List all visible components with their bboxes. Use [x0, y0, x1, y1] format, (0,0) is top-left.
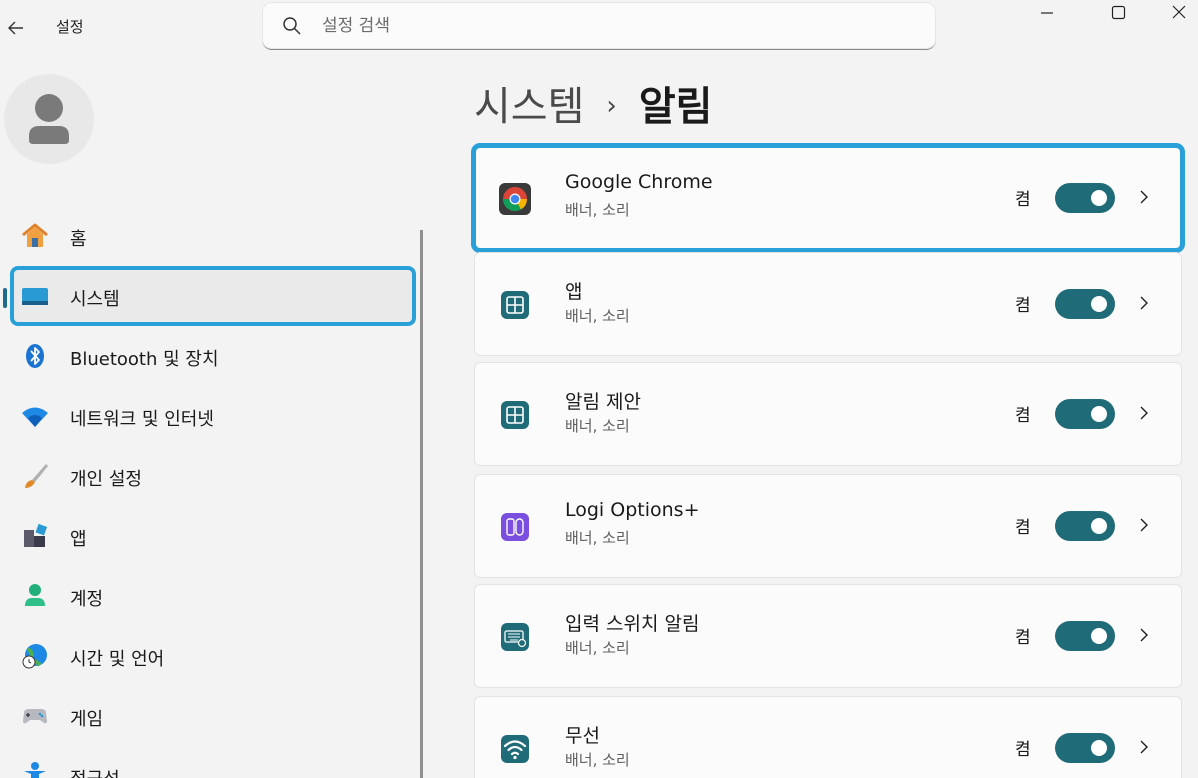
user-icon	[29, 94, 69, 144]
search-icon	[283, 17, 301, 35]
toggle-state-label: 켬	[1015, 296, 1031, 316]
toggle-knob	[1091, 518, 1107, 534]
app-subtitle: 배너, 소리	[565, 417, 630, 435]
sidebar-item-label: 홈	[70, 229, 87, 250]
notification-toggle[interactable]	[1055, 511, 1115, 541]
notification-item-wireless[interactable]: 무선 배너, 소리 켬	[474, 696, 1182, 778]
toggle-knob	[1091, 190, 1107, 206]
chrome-icon	[499, 183, 531, 215]
chevron-right-icon[interactable]	[1137, 401, 1151, 425]
sidebar-item-label: 계정	[70, 589, 104, 610]
sidebar-item-label: 접근성	[70, 765, 120, 778]
keyboard-icon	[501, 623, 529, 651]
toggle-state-label: 켬	[1015, 190, 1031, 210]
app-tile-icon	[501, 401, 529, 429]
notification-item-logi-options[interactable]: Logi Options+ 배너, 소리 켬	[474, 474, 1182, 578]
sidebar-item-label: 앱	[70, 529, 87, 550]
maximize-button[interactable]	[1094, 0, 1142, 30]
sidebar-item-time-language[interactable]: 시간 및 언어	[12, 628, 414, 684]
sidebar-item-network[interactable]: 네트워크 및 인터넷	[12, 388, 414, 444]
app-name: Google Chrome	[565, 171, 713, 193]
toggle-state-label: 켬	[1015, 628, 1031, 648]
toggle-knob	[1091, 740, 1107, 756]
toggle-knob	[1091, 628, 1107, 644]
toggle-state-label: 켬	[1015, 740, 1031, 760]
system-icon	[22, 288, 48, 305]
sidebar-item-label: 개인 설정	[70, 469, 142, 490]
sidebar-item-gaming[interactable]: 게임	[12, 688, 414, 744]
minimize-button[interactable]	[1022, 0, 1070, 30]
search-box[interactable]	[262, 2, 936, 50]
sidebar-item-accounts[interactable]: 계정	[12, 568, 414, 624]
chevron-right-icon[interactable]	[1137, 185, 1151, 209]
maximize-icon	[1111, 5, 1126, 20]
home-icon	[22, 223, 48, 247]
globe-clock-icon	[22, 644, 47, 669]
sidebar-item-bluetooth[interactable]: Bluetooth 및 장치	[12, 328, 414, 384]
minimize-icon	[1041, 12, 1053, 14]
breadcrumb: 시스템 › 알림	[474, 74, 712, 130]
app-name: Logi Options+	[565, 499, 700, 521]
chevron-right-icon[interactable]	[1137, 291, 1151, 315]
sidebar-item-label: 네트워크 및 인터넷	[70, 409, 214, 430]
app-name: 무선	[565, 725, 600, 747]
sidebar-item-home[interactable]: 홈	[12, 208, 414, 264]
app-subtitle: 배너, 소리	[565, 751, 630, 769]
app-name: 앱	[565, 281, 583, 303]
search-input[interactable]	[322, 11, 902, 41]
notification-item-google-chrome[interactable]: Google Chrome 배너, 소리 켬	[471, 143, 1185, 253]
sidebar-item-system[interactable]: 시스템	[10, 266, 416, 326]
chevron-right-icon[interactable]	[1137, 513, 1151, 537]
notification-toggle[interactable]	[1055, 621, 1115, 651]
sidebar-item-label: 게임	[70, 709, 104, 730]
breadcrumb-separator: ›	[606, 91, 617, 121]
toggle-knob	[1091, 296, 1107, 312]
toggle-knob	[1091, 406, 1107, 422]
avatar[interactable]	[4, 74, 94, 164]
chevron-right-icon[interactable]	[1137, 623, 1151, 647]
accessibility-icon	[24, 762, 46, 778]
toggle-state-label: 켬	[1015, 406, 1031, 426]
sidebar-divider	[420, 230, 423, 778]
back-button[interactable]	[4, 14, 28, 42]
app-subtitle: 배너, 소리	[565, 529, 630, 547]
sidebar-item-label: Bluetooth 및 장치	[70, 349, 219, 370]
notification-item-suggestions[interactable]: 알림 제안 배너, 소리 켬	[474, 362, 1182, 466]
sidebar-item-personalization[interactable]: 개인 설정	[12, 448, 414, 504]
app-subtitle: 배너, 소리	[565, 201, 630, 219]
app-name: 입력 스위치 알림	[565, 613, 700, 635]
wifi-icon	[22, 407, 48, 427]
notification-toggle[interactable]	[1055, 399, 1115, 429]
notification-item-apps[interactable]: 앱 배너, 소리 켬	[474, 252, 1182, 356]
wireless-icon	[501, 735, 529, 763]
chevron-right-icon[interactable]	[1137, 735, 1151, 759]
bluetooth-icon	[26, 344, 44, 368]
logi-icon	[501, 513, 529, 541]
gamepad-icon	[23, 709, 47, 724]
sidebar-item-label: 시간 및 언어	[70, 649, 165, 670]
notification-toggle[interactable]	[1055, 733, 1115, 763]
app-tile-icon	[501, 291, 529, 319]
apps-icon	[24, 523, 48, 547]
title-bar: 설정	[0, 0, 1198, 56]
close-button[interactable]	[1160, 0, 1198, 30]
page-title: 알림	[638, 84, 713, 130]
sidebar-item-accessibility[interactable]: 접근성	[12, 748, 414, 778]
selection-indicator	[3, 288, 7, 308]
close-icon	[1172, 5, 1186, 19]
notification-toggle[interactable]	[1055, 289, 1115, 319]
notification-toggle[interactable]	[1055, 183, 1115, 213]
app-title: 설정	[56, 18, 84, 36]
app-subtitle: 배너, 소리	[565, 639, 630, 657]
notification-item-input-switch[interactable]: 입력 스위치 알림 배너, 소리 켬	[474, 584, 1182, 688]
breadcrumb-parent[interactable]: 시스템	[474, 84, 584, 130]
toggle-state-label: 켬	[1015, 518, 1031, 538]
back-arrow-icon	[8, 21, 23, 35]
app-name: 알림 제안	[565, 391, 641, 413]
sidebar-item-apps[interactable]: 앱	[12, 508, 414, 564]
account-icon	[25, 584, 45, 606]
app-subtitle: 배너, 소리	[565, 307, 630, 325]
sidebar-item-label: 시스템	[70, 289, 120, 310]
brush-icon	[25, 464, 48, 488]
